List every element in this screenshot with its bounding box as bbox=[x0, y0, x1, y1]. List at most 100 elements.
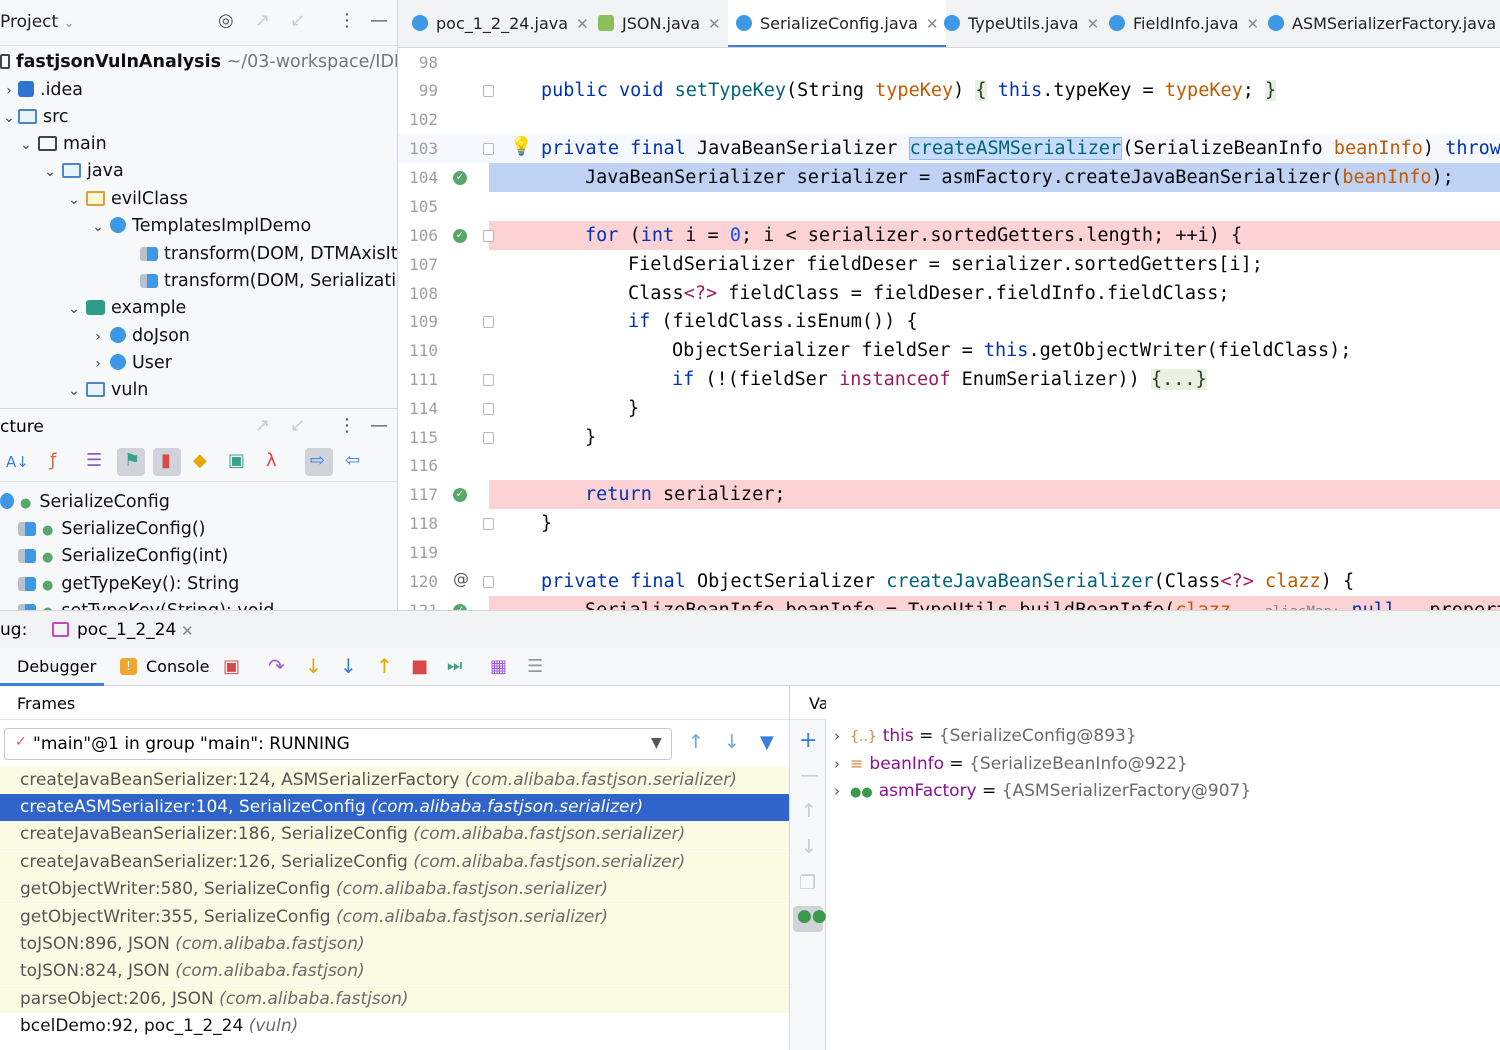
step-out-icon[interactable]: ↑ bbox=[376, 654, 393, 678]
more-options-icon[interactable]: ⋮ bbox=[338, 415, 356, 436]
frame-row[interactable]: toJSON:896, JSON (com.alibaba.fastjson) bbox=[0, 931, 789, 958]
close-icon[interactable]: ✕ bbox=[926, 15, 939, 33]
filter-icon[interactable]: ▼ bbox=[760, 732, 774, 753]
move-up-icon[interactable]: ↑ bbox=[801, 800, 817, 822]
debug-session-tab[interactable]: poc_1_2_24 bbox=[77, 620, 176, 640]
line-number: 114 bbox=[409, 399, 438, 418]
fold-icon[interactable] bbox=[483, 403, 494, 415]
trace-icon[interactable]: ☰ bbox=[527, 656, 543, 677]
fold-icon[interactable] bbox=[483, 85, 494, 97]
frame-row[interactable]: createJavaBeanSerializer:126, SerializeC… bbox=[0, 849, 789, 876]
move-down-icon[interactable]: ↓ bbox=[801, 836, 817, 858]
tab-serializeconfig[interactable]: SerializeConfig.java ✕ bbox=[728, 0, 947, 47]
close-icon[interactable]: ✕ bbox=[181, 622, 194, 640]
expand-icon[interactable]: ↗ bbox=[255, 10, 270, 31]
thread-select[interactable]: ✓ "main"@1 in group "main": RUNNING ▼ bbox=[4, 728, 672, 760]
structure-item[interactable]: ● SerializeConfig() bbox=[18, 516, 205, 543]
remove-watch-icon[interactable]: — bbox=[800, 764, 819, 786]
variable-row[interactable]: › ●● asmFactory = {ASMSerializerFactory@90… bbox=[834, 778, 1251, 805]
layout-icon[interactable]: ▣ bbox=[223, 656, 240, 677]
tree-root[interactable]: fastjsonVulnAnalysis ~/03-workspace/IDEA bbox=[0, 49, 397, 76]
close-icon[interactable]: ✕ bbox=[1247, 15, 1260, 33]
fold-icon[interactable] bbox=[483, 316, 494, 328]
variable-row[interactable]: › ≡ beanInfo = {SerializeBeanInfo@922} bbox=[834, 750, 1188, 777]
step-into-icon[interactable]: ↓ bbox=[305, 654, 322, 678]
lambda-icon[interactable]: λ bbox=[266, 450, 277, 471]
tree-item-src[interactable]: ⌄ src bbox=[0, 104, 68, 131]
duplicate-icon[interactable]: ❐ bbox=[799, 872, 816, 894]
structure-item[interactable]: ● getTypeKey(): String bbox=[18, 571, 239, 598]
step-over-icon[interactable]: ↷ bbox=[268, 654, 285, 678]
lightbulb-icon[interactable]: 💡 bbox=[510, 136, 532, 157]
collapse-icon[interactable]: ↙ bbox=[290, 415, 305, 436]
frame-row[interactable]: parseObject:206, JSON (com.alibaba.fastj… bbox=[0, 986, 789, 1013]
tree-item-evilclass[interactable]: ⌄ evilClass bbox=[62, 186, 188, 213]
tree-item-user[interactable]: › User bbox=[86, 350, 172, 377]
show-fields-icon[interactable]: ☰ bbox=[86, 450, 102, 471]
sort-alpha-icon[interactable]: A↓ bbox=[6, 453, 29, 471]
autoscroll-from-source-icon[interactable]: ⇦ bbox=[345, 450, 360, 471]
fold-icon[interactable] bbox=[483, 576, 494, 588]
tab-poc[interactable]: poc_1_2_24.java ✕ bbox=[412, 0, 589, 47]
tree-item-templatesimpldemo[interactable]: ⌄ TemplatesImplDemo bbox=[86, 213, 311, 240]
structure-item[interactable]: ● SerializeConfig(int) bbox=[18, 543, 228, 570]
breakpoint-icon[interactable]: ✓ bbox=[453, 171, 467, 185]
anonymous-class-icon[interactable]: ▣ bbox=[228, 450, 245, 471]
fold-icon[interactable] bbox=[483, 432, 494, 444]
frame-row[interactable]: getObjectWriter:580, SerializeConfig (co… bbox=[0, 876, 789, 903]
breakpoint-icon[interactable]: ✓ bbox=[453, 229, 467, 243]
arrow-down-icon[interactable]: ↓ bbox=[724, 731, 740, 753]
line-number: 120 bbox=[409, 572, 438, 591]
frame-row[interactable]: createJavaBeanSerializer:124, ASMSeriali… bbox=[0, 767, 789, 794]
add-watch-icon[interactable]: + bbox=[799, 728, 817, 753]
tree-item-dojson[interactable]: › doJson bbox=[86, 323, 190, 350]
code-editor[interactable]: 98 99 public void setTypeKey(String type… bbox=[398, 48, 1500, 610]
evaluate-icon[interactable]: ▦ bbox=[490, 656, 507, 677]
tree-item-vuln[interactable]: ⌄ vuln bbox=[62, 377, 148, 404]
tree-item-main[interactable]: ⌄ main bbox=[14, 131, 107, 158]
arrow-up-icon[interactable]: ↑ bbox=[688, 731, 704, 753]
tree-item-transform-2[interactable]: transform(DOM, Serializatio bbox=[140, 268, 397, 295]
frame-row-selected[interactable]: createASMSerializer:104, SerializeConfig… bbox=[0, 794, 789, 821]
tree-item-java[interactable]: ⌄ java bbox=[38, 158, 124, 185]
close-icon[interactable]: ✕ bbox=[708, 15, 721, 33]
fold-icon[interactable] bbox=[483, 518, 494, 530]
minimize-icon[interactable]: — bbox=[370, 415, 388, 436]
collapse-icon[interactable]: ↙ bbox=[290, 10, 305, 31]
frame-row[interactable]: bcelDemo:92, poc_1_2_24 (vuln) bbox=[0, 1013, 789, 1040]
force-step-into-icon[interactable]: ↓ bbox=[340, 654, 357, 678]
variable-row[interactable]: › {..} this = {SerializeConfig@893} bbox=[834, 723, 1137, 750]
autoscroll-to-source-icon: ⇨ bbox=[310, 450, 326, 471]
run-to-cursor-icon[interactable]: ⏭ bbox=[447, 656, 462, 676]
tab-asmserializerfactory[interactable]: ASMSerializerFactory.java✕ bbox=[1268, 0, 1500, 47]
tree-item-transform-1[interactable]: transform(DOM, DTMAxisIte bbox=[140, 241, 397, 268]
tree-item-example[interactable]: ⌄ example bbox=[62, 295, 186, 322]
tree-item-idea[interactable]: › .idea bbox=[0, 77, 83, 104]
tab-typeutils[interactable]: TypeUtils.java ✕ bbox=[944, 0, 1100, 47]
line-number: 98 bbox=[418, 53, 438, 72]
frame-row[interactable]: createJavaBeanSerializer:186, SerializeC… bbox=[0, 821, 789, 848]
fold-icon[interactable] bbox=[483, 230, 494, 242]
more-options-icon[interactable]: ⋮ bbox=[338, 10, 356, 31]
breakpoint-icon[interactable]: ✓ bbox=[453, 488, 467, 502]
frame-row[interactable]: toJSON:824, JSON (com.alibaba.fastjson) bbox=[0, 958, 789, 985]
project-panel-title[interactable]: Project ⌄ bbox=[0, 12, 74, 32]
tab-json[interactable]: JSON.java ✕ bbox=[598, 0, 721, 47]
close-icon[interactable]: ✕ bbox=[576, 15, 589, 33]
tab-fieldinfo[interactable]: FieldInfo.java ✕ bbox=[1109, 0, 1260, 47]
drop-frame-icon[interactable]: ■ bbox=[411, 656, 428, 677]
structure-item-class[interactable]: ● SerializeConfig bbox=[0, 489, 170, 516]
expand-icon[interactable]: ↗ bbox=[255, 415, 270, 436]
minimize-icon[interactable]: — bbox=[370, 10, 388, 31]
target-icon[interactable]: ◎ bbox=[218, 10, 234, 31]
tab-console[interactable]: Console bbox=[146, 657, 210, 676]
diamond-icon[interactable]: ◆ bbox=[193, 450, 207, 471]
fold-icon[interactable] bbox=[483, 143, 494, 155]
frame-row[interactable]: getObjectWriter:355, SerializeConfig (co… bbox=[0, 904, 789, 931]
show-inherited-icon[interactable]: ƒ bbox=[50, 450, 56, 471]
close-icon[interactable]: ✕ bbox=[1087, 15, 1100, 33]
tree-label: TemplatesImplDemo bbox=[132, 216, 312, 236]
fold-icon[interactable] bbox=[483, 374, 494, 386]
override-icon[interactable]: @ bbox=[453, 569, 469, 588]
structure-item[interactable]: ●setTypeKey(String): void bbox=[18, 598, 274, 610]
